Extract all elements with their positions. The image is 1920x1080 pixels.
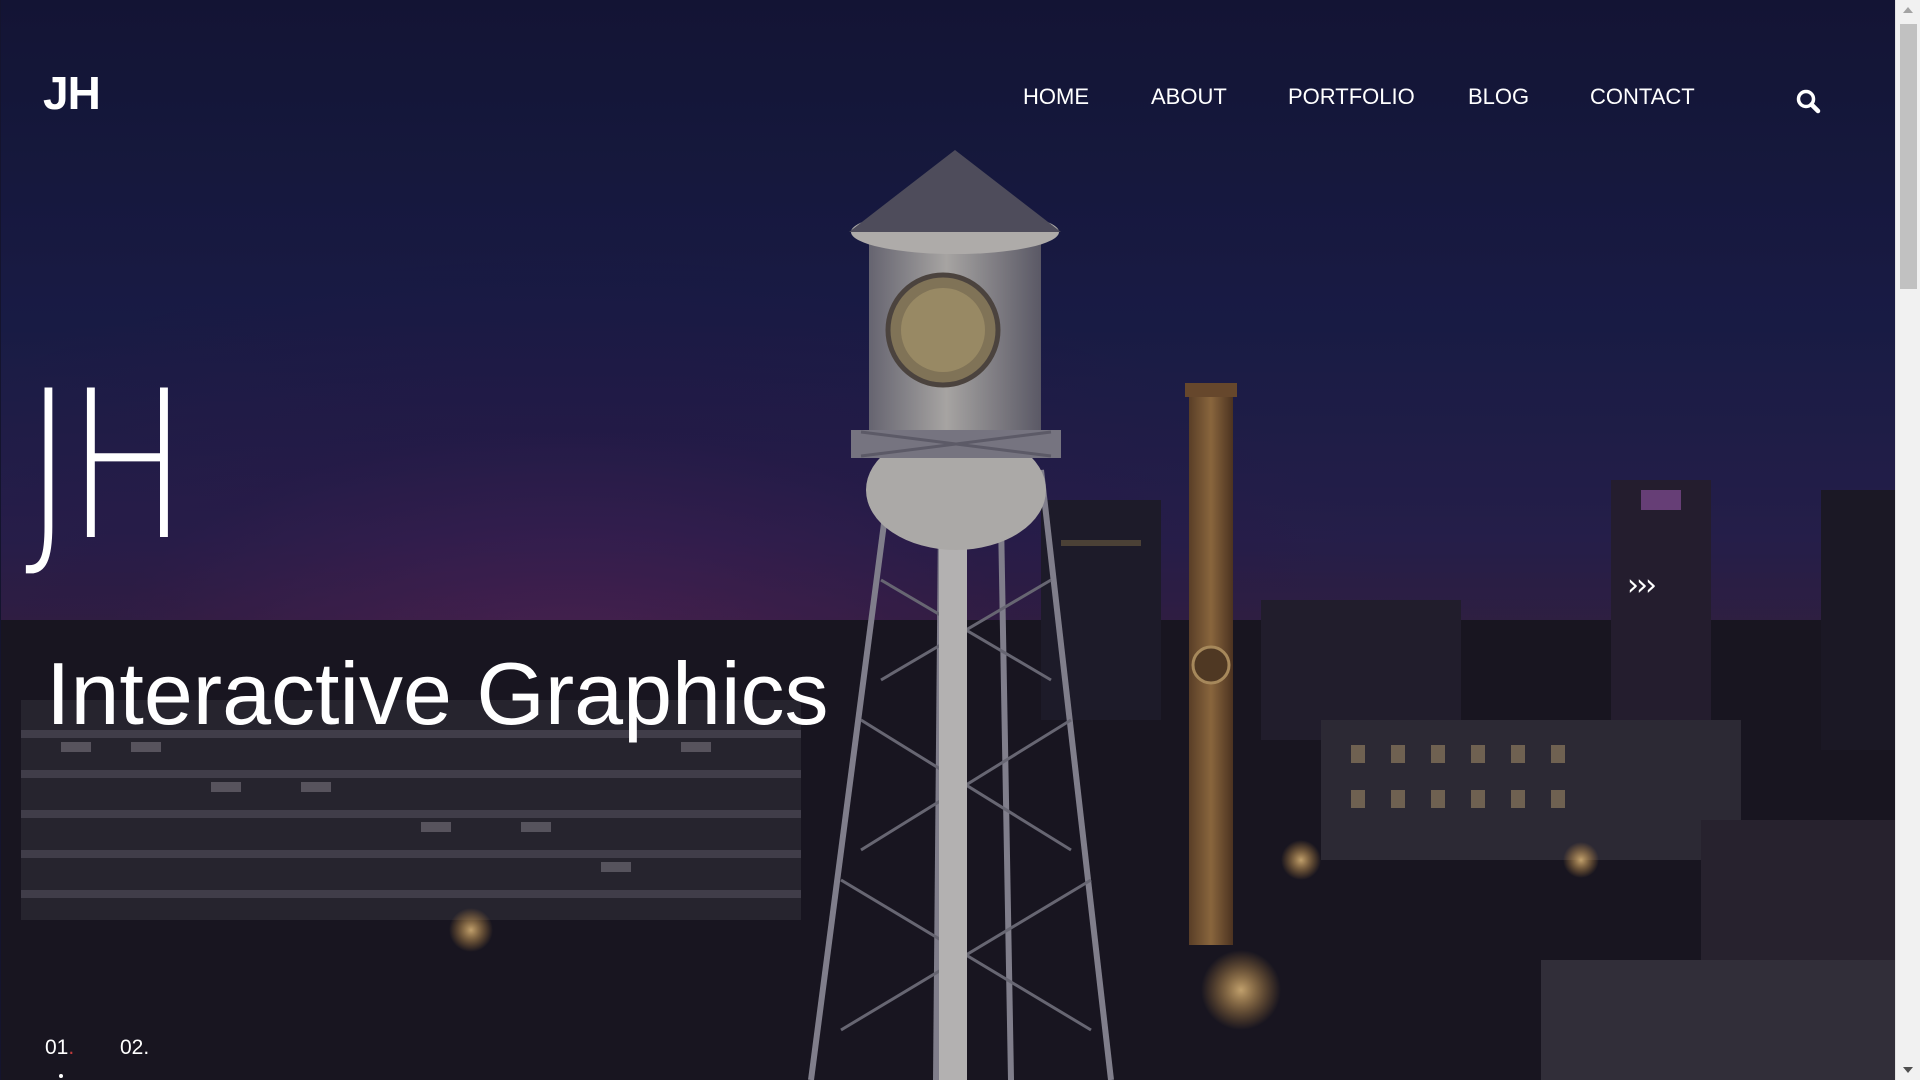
scrollbar-thumb[interactable] [1900, 24, 1917, 289]
pager-item-02[interactable]: 02. [120, 1036, 149, 1060]
nav-about[interactable]: ABOUT [1151, 84, 1227, 110]
pager-active-indicator [59, 1074, 63, 1078]
hero-logo-mark: JH [25, 348, 188, 586]
scroll-down-arrow-icon[interactable] [1903, 1067, 1913, 1073]
nav-blog[interactable]: BLOG [1468, 84, 1529, 110]
nav-contact[interactable]: CONTACT [1590, 84, 1695, 110]
browser-viewport: JH HOME ABOUT PORTFOLIO BLOG CONTACT JH … [0, 0, 1920, 1080]
vertical-scrollbar[interactable] [1895, 0, 1920, 1080]
nav-portfolio[interactable]: PORTFOLIO [1288, 84, 1415, 110]
hero-section: JH HOME ABOUT PORTFOLIO BLOG CONTACT JH … [1, 0, 1895, 1080]
nav-home[interactable]: HOME [1023, 84, 1089, 110]
pager-dot: . [68, 1036, 75, 1059]
scroll-up-arrow-icon[interactable] [1903, 7, 1913, 13]
search-icon[interactable] [1795, 88, 1823, 116]
pager-item-01[interactable]: 01. [45, 1036, 74, 1060]
next-slide-arrows[interactable]: ››› [1627, 568, 1657, 603]
hero-headline: Interactive Graphics [46, 644, 829, 743]
site-logo[interactable]: JH [43, 66, 101, 120]
hero-overlay [1, 0, 1895, 1080]
